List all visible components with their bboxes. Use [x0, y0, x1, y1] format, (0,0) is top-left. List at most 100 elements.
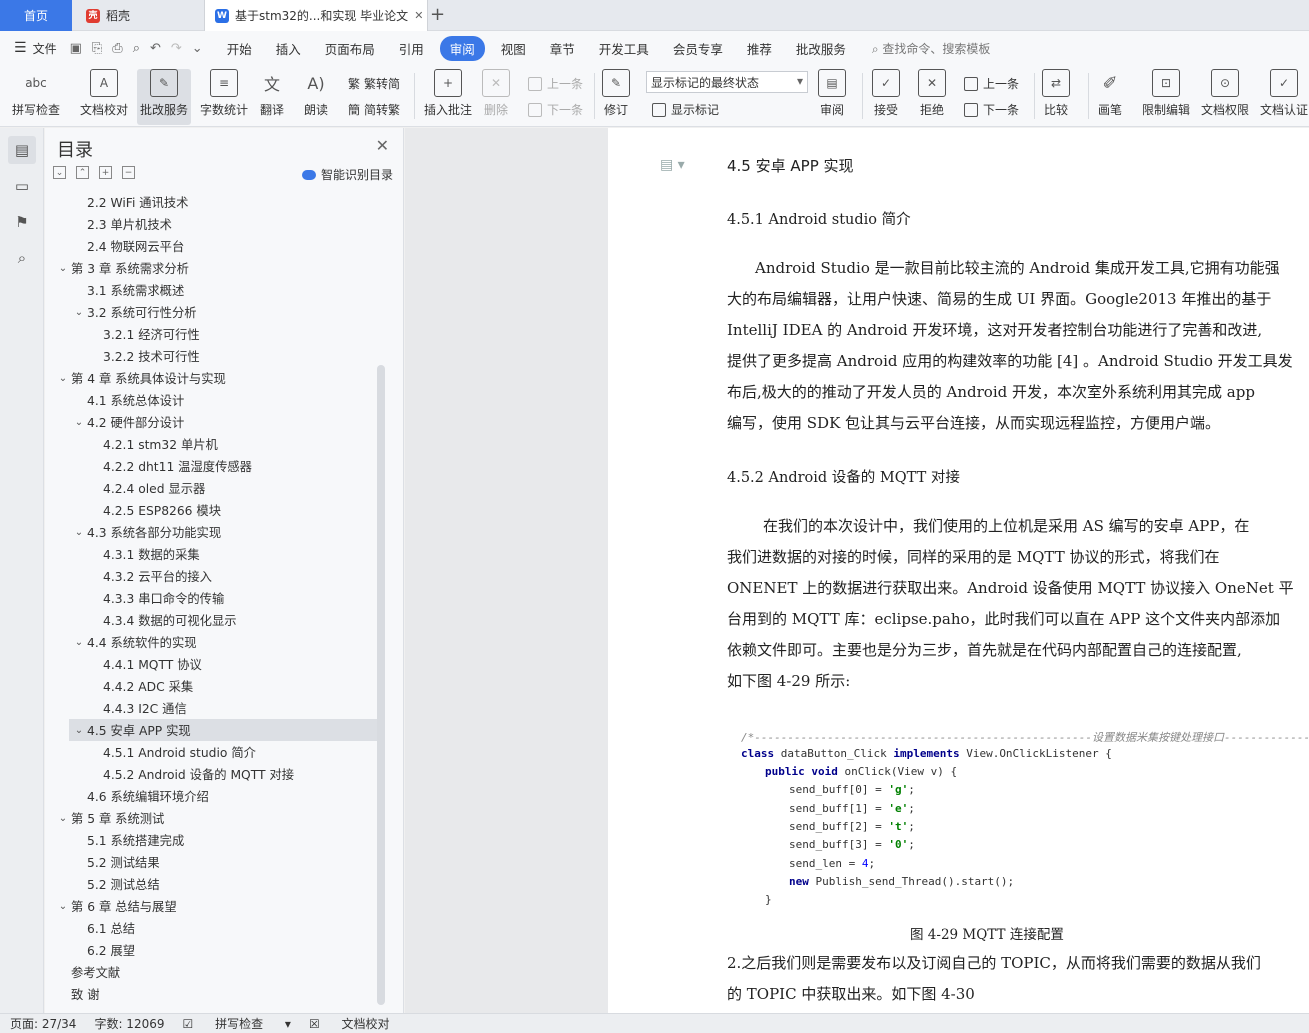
toc-item[interactable]: ⌄ 4.5 安卓 APP 实现	[69, 719, 379, 741]
compare-button[interactable]: ⇄ 比较	[1042, 69, 1070, 118]
new-tab-button[interactable]: +	[430, 4, 445, 25]
toc-item[interactable]: 4.2.5 ESP8266 模块	[45, 499, 379, 521]
menu-page-layout[interactable]: 页面布局	[313, 39, 387, 58]
expand-all-icon[interactable]: ⌄	[53, 166, 66, 179]
chevron-down-icon[interactable]: ⌄	[71, 307, 87, 318]
word-count-indicator[interactable]: 字数: 12069	[94, 1015, 164, 1032]
prev-comment-button[interactable]: 上一条	[528, 75, 583, 92]
accept-button[interactable]: ✓ 接受	[872, 69, 900, 118]
section-panel-icon[interactable]: ▭	[8, 172, 36, 200]
bookmark-icon[interactable]: ⚑	[8, 208, 36, 236]
undo-icon[interactable]: ↶	[150, 41, 161, 56]
menu-review[interactable]: 审阅	[439, 35, 485, 61]
toc-item[interactable]: 4.3.3 串口命令的传输	[45, 587, 379, 609]
toc-item[interactable]: 2.3 单片机技术	[45, 213, 379, 235]
show-markup-button[interactable]: 显示标记	[652, 101, 719, 118]
toc-item[interactable]: 4.4.3 I2C 通信	[45, 697, 379, 719]
paragraph-options-icon[interactable]: ▤ ▾	[660, 157, 685, 173]
chevron-down-icon[interactable]: ⌄	[192, 41, 203, 56]
toc-item[interactable]: 4.3.1 数据的采集	[45, 543, 379, 565]
menu-references[interactable]: 引用	[387, 39, 436, 58]
toc-item[interactable]: ⌄ 4.2 硬件部分设计	[45, 411, 379, 433]
toc-item[interactable]: 6.1 总结	[45, 917, 379, 939]
page-indicator[interactable]: 页面: 27/34	[10, 1015, 76, 1032]
toc-item[interactable]: 4.3.2 云平台的接入	[45, 565, 379, 587]
print-preview-icon[interactable]: ⌕	[133, 41, 140, 56]
toc-item[interactable]: 3.1 系统需求概述	[45, 279, 379, 301]
word-count-button[interactable]: ≡ 字数统计	[200, 69, 248, 118]
toc-item[interactable]: 5.2 测试总结	[45, 873, 379, 895]
restrict-edit-button[interactable]: ⊡ 限制编辑	[1142, 69, 1190, 118]
menu-start[interactable]: 开始	[215, 39, 264, 58]
toc-item[interactable]: ⌄ 4.3 系统各部分功能实现	[45, 521, 379, 543]
menu-insert[interactable]: 插入	[264, 39, 313, 58]
review-service-button[interactable]: ✎ 批改服务	[137, 69, 192, 125]
toc-item[interactable]: ⌄ 第 6 章 总结与展望	[45, 895, 379, 917]
toc-item[interactable]: 4.2.1 stm32 单片机	[45, 433, 379, 455]
toc-item[interactable]: ⌄ 4.4 系统软件的实现	[45, 631, 379, 653]
menu-member[interactable]: 会员专享	[661, 39, 735, 58]
toc-item[interactable]: 4.5.1 Android studio 简介	[45, 741, 379, 763]
chevron-down-icon[interactable]: ⌄	[55, 901, 71, 912]
command-search[interactable]: ⌕ 查找命令、搜索模板	[872, 40, 991, 57]
chevron-down-icon[interactable]: ⌄	[71, 417, 87, 428]
toc-item[interactable]: 5.2 测试结果	[45, 851, 379, 873]
tab-home[interactable]: 首页	[0, 0, 72, 31]
doc-certify-button[interactable]: ✓ 文档认证	[1260, 69, 1308, 118]
toc-item[interactable]: 6.2 展望	[45, 939, 379, 961]
track-changes-button[interactable]: ✎ 修订	[602, 69, 630, 118]
delete-comment-button[interactable]: ✕ 删除	[482, 69, 510, 118]
chevron-down-icon[interactable]: ⌄	[71, 725, 87, 736]
spell-check-button[interactable]: abc 拼写检查	[12, 69, 60, 118]
toc-item[interactable]: 3.2.1 经济可行性	[45, 323, 379, 345]
menu-dev-tools[interactable]: 开发工具	[587, 39, 661, 58]
read-aloud-button[interactable]: A) 朗读	[302, 69, 330, 118]
chevron-down-icon[interactable]: ⌄	[55, 373, 71, 384]
prev-change-button[interactable]: 上一条	[964, 75, 1019, 92]
insert-comment-button[interactable]: + 插入批注	[424, 69, 472, 118]
toc-item[interactable]: ⌄ 第 5 章 系统测试	[45, 807, 379, 829]
toc-item[interactable]: 4.4.1 MQTT 协议	[45, 653, 379, 675]
toc-item[interactable]: 致 谢	[45, 983, 379, 1005]
status-doc-proof[interactable]: ☒ 文档校对	[309, 1015, 408, 1032]
status-spell-check[interactable]: ☑ 拼写检查 ▾	[183, 1015, 291, 1032]
menu-recommend[interactable]: 推荐	[735, 39, 784, 58]
menu-view[interactable]: 视图	[489, 39, 538, 58]
redo-icon[interactable]: ↷	[171, 41, 182, 56]
trad-to-simp-button[interactable]: 繁 繁转简	[348, 75, 400, 92]
chevron-down-icon[interactable]: ⌄	[55, 813, 71, 824]
toc-item[interactable]: 4.1 系统总体设计	[45, 389, 379, 411]
markup-state-select[interactable]: 显示标记的最终状态	[646, 71, 808, 93]
chevron-down-icon[interactable]: ⌄	[71, 637, 87, 648]
review-pane-button[interactable]: ▤ 审阅	[818, 69, 846, 118]
toc-item[interactable]: 2.2 WiFi 通讯技术	[45, 191, 379, 213]
tab-document[interactable]: W 基于stm32的...和实现 毕业论文 ✕	[204, 0, 428, 31]
toc-item[interactable]: 3.2.2 技术可行性	[45, 345, 379, 367]
toc-item[interactable]: 2.4 物联网云平台	[45, 235, 379, 257]
toc-item[interactable]: 4.2.4 oled 显示器	[45, 477, 379, 499]
menu-review-service[interactable]: 批改服务	[784, 39, 858, 58]
toc-item[interactable]: 5.1 系统搭建完成	[45, 829, 379, 851]
chevron-down-icon[interactable]: ⌄	[71, 527, 87, 538]
next-comment-button[interactable]: 下一条	[528, 101, 583, 118]
toc-scrollbar[interactable]	[377, 365, 385, 1005]
doc-proof-button[interactable]: A 文档校对	[80, 69, 128, 118]
pen-button[interactable]: ✐ 画笔	[1096, 69, 1124, 118]
toc-item[interactable]: ⌄ 第 4 章 系统具体设计与实现	[45, 367, 379, 389]
chevron-down-icon[interactable]: ⌄	[55, 263, 71, 274]
save-icon[interactable]: ▣	[70, 41, 82, 56]
translate-button[interactable]: 文 翻译	[258, 69, 286, 118]
export-icon[interactable]: ⎘	[92, 41, 102, 56]
toc-item[interactable]: 4.5.2 Android 设备的 MQTT 对接	[45, 763, 379, 785]
tab-daoke[interactable]: 壳 稻壳	[76, 0, 196, 31]
menu-section[interactable]: 章节	[538, 39, 587, 58]
smart-toc-button[interactable]: 智能识别目录	[301, 166, 393, 183]
reject-button[interactable]: ✕ 拒绝	[918, 69, 946, 118]
toc-item[interactable]: ⌄ 第 3 章 系统需求分析	[45, 257, 379, 279]
toc-item[interactable]: 4.4.2 ADC 采集	[45, 675, 379, 697]
collapse-all-icon[interactable]: ⌃	[76, 166, 89, 179]
add-heading-icon[interactable]: +	[99, 166, 112, 179]
toc-item[interactable]: 参考文献	[45, 961, 379, 983]
print-icon[interactable]: ⎙	[112, 41, 122, 56]
toc-item[interactable]: ⌄ 3.2 系统可行性分析	[45, 301, 379, 323]
